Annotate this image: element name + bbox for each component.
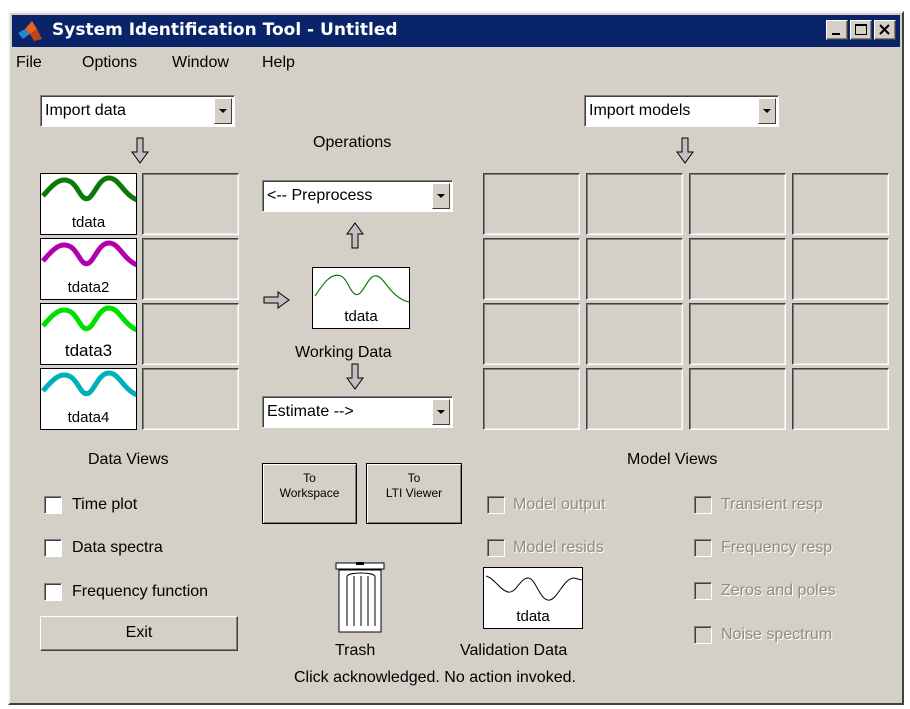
estimate-value: Estimate -->	[267, 403, 354, 420]
validation-data-label: Validation Data	[460, 642, 568, 659]
chevron-down-icon[interactable]	[432, 399, 450, 425]
model-slot[interactable]	[792, 173, 889, 235]
up-arrow-icon	[346, 222, 364, 249]
right-arrow-icon	[263, 291, 290, 309]
trash-label: Trash	[335, 642, 376, 659]
menu-options[interactable]: Options	[82, 54, 137, 72]
down-arrow-icon	[346, 363, 364, 390]
data-icon-label: tdata3	[64, 341, 113, 360]
model-slot[interactable]	[483, 238, 580, 300]
to-lti-viewer-button[interactable]: To LTI Viewer	[366, 463, 462, 524]
data-icon-tdata2[interactable]: tdata2	[40, 238, 137, 300]
validation-data-icon[interactable]: tdata	[483, 567, 583, 629]
model-slot[interactable]	[586, 238, 683, 300]
model-output-label[interactable]: Model output	[513, 496, 606, 514]
model-output-checkbox[interactable]	[487, 496, 505, 514]
window-title: System Identification Tool - Untitled	[52, 20, 398, 40]
model-slot[interactable]	[689, 238, 786, 300]
model-slot[interactable]	[483, 303, 580, 365]
transient-resp-label[interactable]: Transient resp	[721, 496, 823, 514]
close-icon	[879, 24, 890, 35]
to-workspace-button[interactable]: To Workspace	[262, 463, 357, 524]
model-slot[interactable]	[792, 303, 889, 365]
estimate-select[interactable]: Estimate -->	[262, 396, 453, 428]
zeros-and-poles-checkbox[interactable]	[694, 582, 712, 600]
model-slot[interactable]	[689, 368, 786, 430]
maximize-icon	[855, 24, 867, 35]
menu-file[interactable]: File	[16, 54, 42, 72]
validation-data-name: tdata	[516, 608, 550, 625]
model-resids-checkbox[interactable]	[487, 539, 505, 557]
model-slot[interactable]	[792, 238, 889, 300]
to-lti-line1: To	[407, 471, 421, 485]
zeros-and-poles-label[interactable]: Zeros and poles	[721, 582, 836, 600]
data-slot[interactable]	[142, 173, 239, 235]
frequency-function-checkbox[interactable]	[44, 583, 62, 601]
menu-window[interactable]: Window	[172, 54, 229, 72]
data-icon-label: tdata2	[67, 279, 110, 296]
model-slot[interactable]	[483, 368, 580, 430]
title-bar[interactable]: System Identification Tool - Untitled	[12, 15, 900, 47]
frequency-resp-checkbox[interactable]	[694, 539, 712, 557]
time-plot-label[interactable]: Time plot	[72, 496, 137, 514]
sitool-window: System Identification Tool - Untitled Fi…	[8, 11, 904, 705]
model-slot[interactable]	[483, 173, 580, 235]
import-models-select[interactable]: Import models	[584, 95, 779, 127]
exit-button[interactable]: Exit	[40, 616, 238, 651]
import-data-value: Import data	[45, 102, 126, 119]
data-icon-tdata3[interactable]: tdata3	[40, 303, 137, 365]
status-text: Click acknowledged. No action invoked.	[294, 669, 576, 686]
data-icon-tdata4[interactable]: tdata4	[40, 368, 137, 430]
matlab-icon	[18, 21, 42, 41]
close-button[interactable]	[874, 20, 896, 40]
frequency-resp-label[interactable]: Frequency resp	[721, 539, 832, 557]
to-lti-line2: LTI Viewer	[385, 486, 443, 500]
down-arrow-icon	[676, 137, 694, 164]
preprocess-select[interactable]: <-- Preprocess	[262, 180, 453, 212]
transient-resp-checkbox[interactable]	[694, 496, 712, 514]
down-arrow-icon	[131, 137, 149, 164]
to-workspace-line1: To	[303, 471, 316, 485]
model-resids-label[interactable]: Model resids	[513, 539, 604, 557]
data-views-label: Data Views	[88, 451, 169, 468]
working-data-label: Working Data	[295, 344, 392, 361]
to-workspace-line2: Workspace	[279, 486, 340, 500]
model-slot[interactable]	[792, 368, 889, 430]
model-slot[interactable]	[689, 173, 786, 235]
data-slot[interactable]	[142, 303, 239, 365]
menu-help[interactable]: Help	[262, 54, 295, 72]
chevron-down-icon[interactable]	[432, 183, 450, 209]
data-icon-label: tdata4	[67, 409, 110, 426]
model-slot[interactable]	[586, 368, 683, 430]
data-spectra-label[interactable]: Data spectra	[72, 539, 163, 557]
data-slot[interactable]	[142, 368, 239, 430]
import-models-value: Import models	[589, 102, 691, 119]
operations-label: Operations	[313, 134, 392, 151]
model-slot[interactable]	[689, 303, 786, 365]
chevron-down-icon[interactable]	[214, 98, 232, 124]
maximize-button[interactable]	[850, 20, 872, 40]
noise-spectrum-label[interactable]: Noise spectrum	[721, 626, 832, 644]
data-slot[interactable]	[142, 238, 239, 300]
time-plot-checkbox[interactable]	[44, 496, 62, 514]
minimize-icon	[832, 33, 840, 35]
model-views-label: Model Views	[627, 451, 718, 468]
minimize-button[interactable]	[826, 20, 848, 40]
data-icon-tdata[interactable]: tdata	[40, 173, 137, 235]
frequency-function-label[interactable]: Frequency function	[72, 583, 208, 601]
model-slot[interactable]	[586, 303, 683, 365]
model-slot[interactable]	[586, 173, 683, 235]
working-data-icon[interactable]: tdata	[312, 267, 410, 329]
import-data-select[interactable]: Import data	[40, 95, 235, 127]
working-data-name: tdata	[344, 308, 378, 325]
data-spectra-checkbox[interactable]	[44, 539, 62, 557]
data-icon-label: tdata	[71, 214, 106, 231]
noise-spectrum-checkbox[interactable]	[694, 626, 712, 644]
chevron-down-icon[interactable]	[758, 98, 776, 124]
menu-bar: File Options Window Help	[12, 51, 612, 77]
trash-icon[interactable]	[335, 562, 385, 634]
preprocess-value: <-- Preprocess	[267, 187, 373, 204]
